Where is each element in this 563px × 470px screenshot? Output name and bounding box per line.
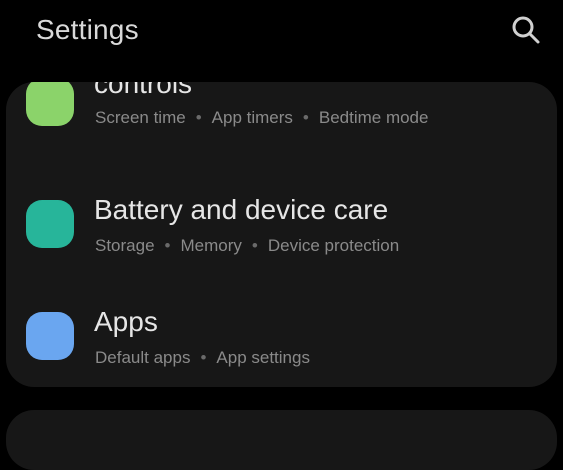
battery-category-icon (26, 200, 74, 248)
subtitle-part: Default apps (95, 348, 191, 367)
subtitle-separator: • (200, 348, 207, 367)
subtitle-part: Storage (95, 236, 155, 255)
search-icon (512, 16, 540, 44)
apps-category-icon (26, 312, 74, 360)
subtitle-part: App timers (211, 108, 293, 127)
settings-item-battery-and-device-care[interactable]: Battery and device care Storage • Memory • D… (6, 178, 557, 278)
subtitle-separator: • (302, 108, 309, 127)
subtitle-part: Screen time (95, 108, 186, 127)
subtitle-part: Memory (180, 236, 242, 255)
subtitle-part: Bedtime mode (318, 108, 429, 127)
settings-item-title: controls (94, 82, 193, 99)
settings-item-subtitle: Storage • Memory • Device protection (95, 236, 399, 256)
page-title: Settings (36, 14, 139, 45)
subtitle-separator: • (195, 108, 202, 127)
settings-item-title: Apps (94, 306, 158, 337)
settings-item-subtitle: Default apps • App settings (95, 348, 310, 368)
next-settings-card (6, 410, 557, 470)
search-button[interactable] (506, 10, 546, 50)
subtitle-part: App settings (216, 348, 310, 367)
app-header: Settings (0, 0, 563, 66)
controls-category-icon (26, 82, 74, 126)
subtitle-part: Device protection (267, 236, 400, 255)
settings-item-title: Battery and device care (94, 194, 389, 225)
settings-card: controls Screen time • App timers • Bedtime … (6, 82, 557, 387)
settings-item-subtitle: Screen time • App timers • Bedtime mode (95, 108, 428, 128)
settings-item-apps[interactable]: Apps Default apps • App settings (6, 290, 557, 387)
subtitle-separator: • (164, 236, 171, 255)
subtitle-separator: • (251, 236, 258, 255)
settings-item-controls[interactable]: controls Screen time • App timers • Bedtime … (6, 82, 557, 164)
